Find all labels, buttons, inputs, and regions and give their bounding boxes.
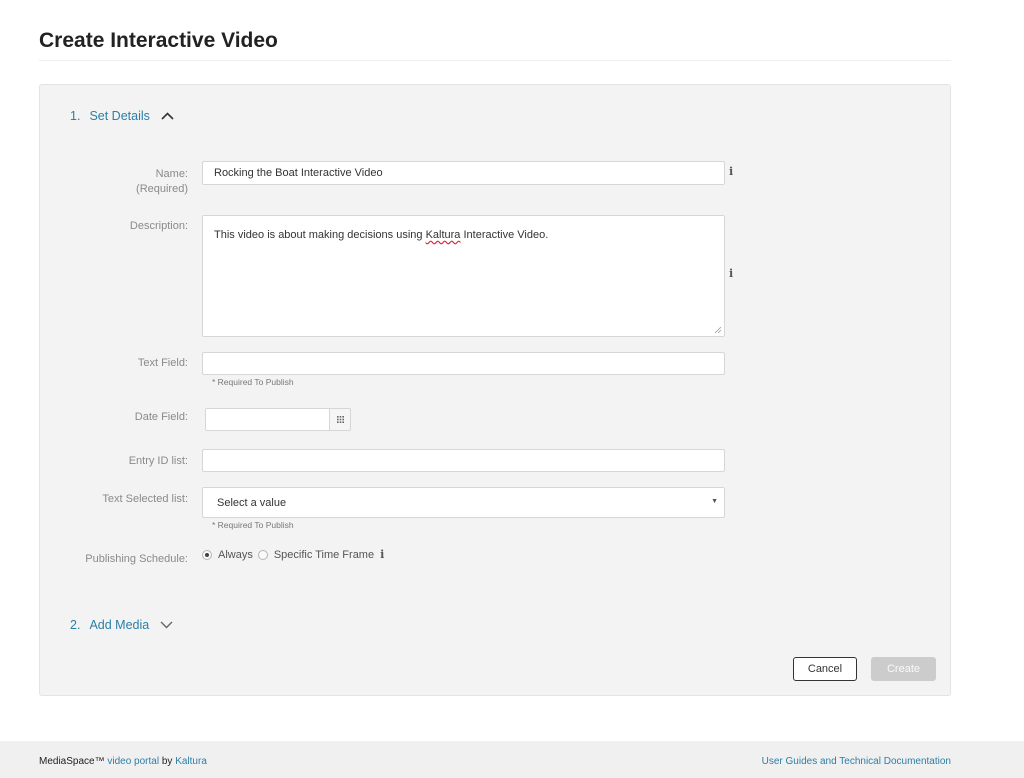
text-field-input[interactable] [202, 352, 725, 375]
create-form-panel: 1. Set Details Name: (Required) Rocking … [39, 84, 951, 696]
select-value: Select a value [217, 496, 287, 509]
text-selected-list-select[interactable]: Select a value ▼ [202, 487, 725, 518]
user-guides-link[interactable]: User Guides and Technical Documentation [762, 756, 951, 767]
section-label: Add Media [89, 618, 150, 632]
by-text: by [161, 756, 173, 767]
text-selected-list-required-hint: * Required To Publish [212, 520, 294, 530]
section-number: 2. [70, 618, 81, 632]
footer: MediaSpace™ video portal by Kaltura User… [0, 741, 1024, 778]
section-label: Set Details [89, 109, 150, 123]
text-field-label: Text Field: [137, 357, 188, 369]
text-field-required-hint: * Required To Publish [212, 377, 294, 387]
cancel-button[interactable]: Cancel [793, 657, 857, 681]
radio-specific-time-frame[interactable] [257, 549, 268, 560]
calendar-button[interactable] [330, 408, 351, 431]
name-info-icon[interactable]: i [729, 165, 733, 178]
radio-always[interactable] [202, 549, 212, 560]
publishing-schedule-label: Publishing Schedule: [85, 553, 188, 565]
section-add-media-toggle[interactable]: 2. Add Media [70, 618, 173, 632]
chevron-down-icon [160, 621, 173, 629]
publishing-info-icon[interactable]: i [380, 548, 384, 561]
name-input[interactable]: Rocking the Boat Interactive Video [202, 161, 725, 185]
description-info-icon[interactable]: i [729, 267, 733, 280]
kaltura-link[interactable]: Kaltura [175, 756, 207, 767]
radio-selected-dot [205, 552, 209, 557]
chevron-up-icon [161, 112, 174, 120]
footer-credits: MediaSpace™ video portal by Kaltura [39, 756, 207, 767]
video-portal-link[interactable]: video portal [107, 756, 159, 767]
resize-handle-icon[interactable] [714, 326, 722, 334]
description-text-end: Interactive Video. [460, 229, 549, 241]
misspelled-word: Kaltura [425, 229, 461, 241]
publishing-schedule-options: Always Specific Time Frame i [202, 548, 384, 561]
section-set-details-toggle[interactable]: 1. Set Details [70, 109, 174, 123]
date-field-label: Date Field: [134, 411, 188, 423]
name-label-text: Name: [155, 168, 188, 180]
name-required-text: (Required) [136, 183, 188, 195]
name-label: Name: (Required) [40, 167, 188, 197]
radio-specific-time-frame-label[interactable]: Specific Time Frame [274, 549, 374, 561]
page-title: Create Interactive Video [39, 29, 278, 52]
description-label: Description: [129, 220, 188, 232]
dropdown-arrow-icon: ▼ [711, 498, 718, 505]
date-field-input[interactable] [205, 408, 330, 431]
entry-id-list-label: Entry ID list: [128, 455, 188, 467]
radio-always-label[interactable]: Always [218, 549, 253, 561]
create-button[interactable]: Create [871, 657, 936, 681]
section-number: 1. [70, 109, 81, 123]
description-textarea[interactable]: This video is about making decisions usi… [202, 215, 725, 337]
calendar-icon [336, 416, 344, 423]
brand-name: MediaSpace™ [39, 756, 105, 767]
text-selected-list-label: Text Selected list: [102, 493, 188, 505]
title-divider [39, 60, 951, 61]
description-text: This video is about making decisions usi… [214, 229, 426, 241]
entry-id-list-input[interactable] [202, 449, 725, 472]
